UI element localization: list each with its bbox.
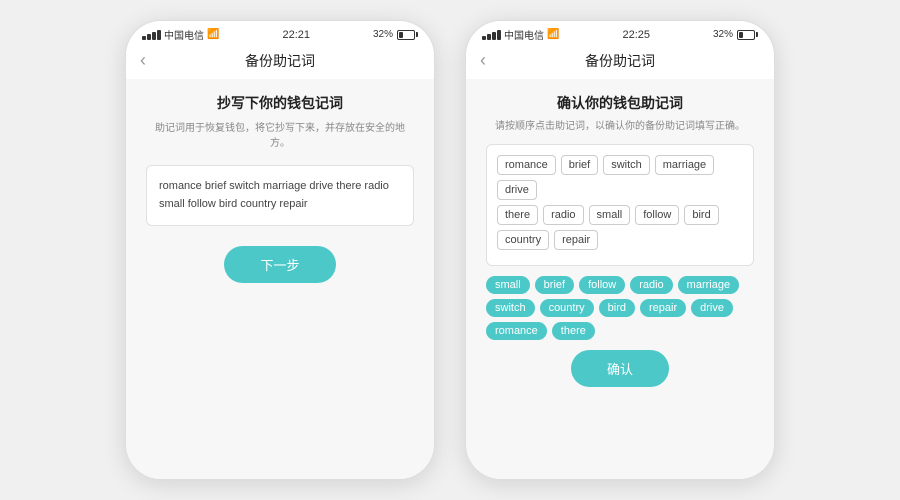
- word-row-3: country repair: [497, 230, 743, 250]
- shuffle-word[interactable]: romance: [486, 322, 547, 340]
- word-tag[interactable]: bird: [684, 205, 718, 225]
- screen-content-1: 抄写下你的钱包记词 助记词用于恢复钱包，将它抄写下来，并存放在安全的地 方。 r…: [126, 79, 434, 479]
- battery-icon-1: [397, 30, 418, 40]
- word-tag[interactable]: switch: [603, 155, 650, 175]
- phone-2: 中国电信 📶 22:25 32% ‹ 备份助记词 确认你的钱包助记词 请按顺序点…: [465, 20, 775, 480]
- nav-bar-2: ‹ 备份助记词: [466, 46, 774, 79]
- word-tag[interactable]: brief: [561, 155, 598, 175]
- phone-1: 中国电信 📶 22:21 32% ‹ 备份助记词 抄写下你的钱包记词 助记词用于…: [125, 20, 435, 480]
- word-row-1: romance brief switch marriage drive: [497, 155, 743, 200]
- screen2-subtitle: 请按顺序点击助记词，以确认你的备份助记词填写正确。: [486, 119, 754, 134]
- back-button-2[interactable]: ‹: [480, 50, 504, 71]
- shuffle-word[interactable]: drive: [691, 299, 733, 317]
- word-tag[interactable]: repair: [554, 230, 598, 250]
- word-tag[interactable]: radio: [543, 205, 583, 225]
- word-tag[interactable]: there: [497, 205, 538, 225]
- confirm-button[interactable]: 确认: [571, 350, 669, 387]
- nav-bar-1: ‹ 备份助记词: [126, 46, 434, 79]
- shuffle-word[interactable]: follow: [579, 276, 625, 294]
- mnemonic-box: romance brief switch marriage drive ther…: [146, 165, 414, 226]
- battery-pct-2: 32%: [713, 29, 733, 40]
- shuffle-area: small brief follow radio marriage switch…: [486, 276, 754, 340]
- word-tag[interactable]: follow: [635, 205, 679, 225]
- word-tag[interactable]: marriage: [655, 155, 714, 175]
- status-right-1: 32%: [373, 29, 418, 40]
- status-left-2: 中国电信 📶: [482, 27, 559, 42]
- word-tag[interactable]: romance: [497, 155, 556, 175]
- wifi-icon-2: 📶: [547, 29, 559, 40]
- screen-content-2: 确认你的钱包助记词 请按顺序点击助记词，以确认你的备份助记词填写正确。 roma…: [466, 79, 774, 479]
- signal-icon-2: [482, 30, 501, 40]
- wifi-icon-1: 📶: [207, 29, 219, 40]
- battery-pct-1: 32%: [373, 29, 393, 40]
- word-tag[interactable]: country: [497, 230, 549, 250]
- back-button-1[interactable]: ‹: [140, 50, 164, 71]
- screen1-subtitle: 助记词用于恢复钱包，将它抄写下来，并存放在安全的地 方。: [146, 121, 414, 151]
- screen2-heading: 确认你的钱包助记词: [486, 93, 754, 113]
- time-2: 22:25: [622, 29, 650, 41]
- signal-icon: [142, 30, 161, 40]
- time-1: 22:21: [282, 29, 310, 41]
- shuffle-word[interactable]: radio: [630, 276, 672, 294]
- shuffle-word[interactable]: small: [486, 276, 530, 294]
- shuffle-word[interactable]: country: [540, 299, 594, 317]
- shuffle-word[interactable]: bird: [599, 299, 635, 317]
- shuffle-word[interactable]: marriage: [678, 276, 739, 294]
- status-bar-2: 中国电信 📶 22:25 32%: [466, 21, 774, 46]
- next-button[interactable]: 下一步: [224, 246, 335, 283]
- battery-icon-2: [737, 30, 758, 40]
- carrier-2: 中国电信: [504, 27, 544, 42]
- screen1-heading: 抄写下你的钱包记词: [146, 93, 414, 113]
- shuffle-word[interactable]: brief: [535, 276, 574, 294]
- carrier-1: 中国电信: [164, 27, 204, 42]
- shuffle-word[interactable]: switch: [486, 299, 535, 317]
- status-bar-1: 中国电信 📶 22:21 32%: [126, 21, 434, 46]
- status-left-1: 中国电信 📶: [142, 27, 219, 42]
- nav-title-1: 备份助记词: [245, 51, 315, 71]
- word-tag[interactable]: drive: [497, 180, 537, 200]
- nav-title-2: 备份助记词: [585, 51, 655, 71]
- status-right-2: 32%: [713, 29, 758, 40]
- word-grid-box: romance brief switch marriage drive ther…: [486, 144, 754, 266]
- word-tag[interactable]: small: [589, 205, 631, 225]
- phones-container: 中国电信 📶 22:21 32% ‹ 备份助记词 抄写下你的钱包记词 助记词用于…: [125, 20, 775, 480]
- shuffle-word[interactable]: there: [552, 322, 595, 340]
- shuffle-word[interactable]: repair: [640, 299, 686, 317]
- word-row-2: there radio small follow bird: [497, 205, 743, 225]
